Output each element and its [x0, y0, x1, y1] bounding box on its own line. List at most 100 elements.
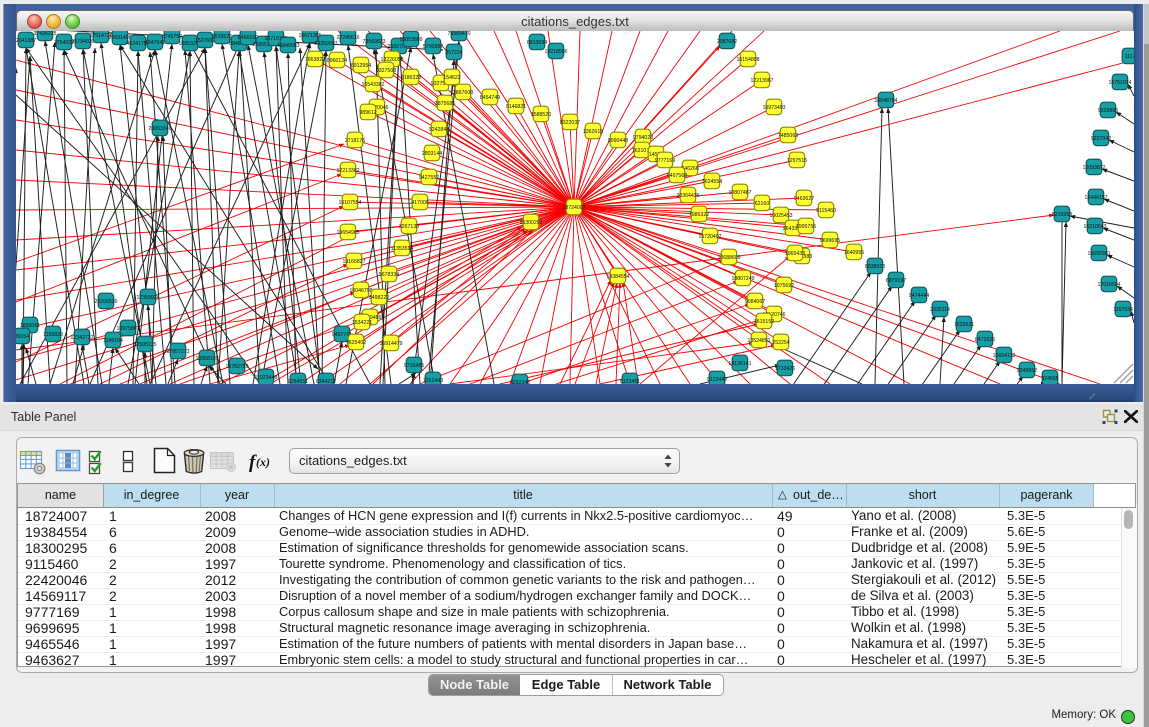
svg-text:16648784: 16648784 [874, 98, 897, 104]
svg-text:1156829: 1156829 [43, 332, 63, 338]
svg-text:8454749: 8454749 [480, 95, 500, 101]
svg-text:9227342: 9227342 [1091, 136, 1111, 142]
svg-text:10654112: 10654112 [993, 353, 1016, 359]
svg-text:16210643: 16210643 [1083, 224, 1106, 230]
svg-text:6497568: 6497568 [667, 173, 687, 179]
svg-text:37426225: 37426225 [33, 31, 56, 37]
svg-text:12505135: 12505135 [133, 342, 156, 348]
svg-text:1640955: 1640955 [844, 250, 864, 256]
svg-text:62160: 62160 [755, 201, 770, 207]
svg-text:2803144: 2803144 [422, 151, 442, 157]
svg-text:1362615: 1362615 [583, 129, 603, 135]
svg-text:75589470: 75589470 [447, 31, 470, 37]
svg-text:9242848: 9242848 [429, 127, 449, 133]
svg-text:3745752: 3745752 [162, 34, 182, 40]
svg-text:8123451: 8123451 [620, 379, 640, 384]
svg-text:9084067: 9084067 [745, 299, 765, 305]
svg-text:12213967: 12213967 [750, 78, 773, 84]
svg-text:16046798: 16046798 [349, 288, 372, 294]
svg-text:7515526: 7515526 [212, 34, 232, 40]
svg-text:1534221: 1534221 [352, 320, 372, 326]
svg-text:9777169: 9777169 [655, 158, 675, 164]
svg-text:16543382: 16543382 [361, 82, 384, 88]
svg-text:20364436: 20364436 [676, 193, 699, 199]
svg-text:16053809: 16053809 [399, 37, 422, 43]
svg-text:15692991: 15692991 [1087, 251, 1110, 257]
svg-text:7632621: 7632621 [954, 322, 974, 328]
svg-text:10975867: 10975867 [116, 326, 139, 332]
svg-text:1117: 1117 [1125, 54, 1134, 60]
svg-text:9245652: 9245652 [1017, 368, 1037, 374]
svg-text:10688609: 10688609 [717, 255, 740, 261]
svg-text:5700987: 5700987 [423, 44, 443, 50]
svg-text:7986322: 7986322 [689, 212, 709, 218]
svg-text:154622: 154622 [443, 75, 460, 81]
svg-text:9794028: 9794028 [633, 135, 653, 141]
svg-text:9327508: 9327508 [376, 68, 396, 74]
svg-text:16107554: 16107554 [338, 200, 361, 206]
svg-text:417006: 417006 [411, 200, 428, 206]
svg-text:1733426: 1733426 [775, 366, 795, 372]
svg-text:11923448: 11923448 [255, 375, 278, 381]
svg-text:10807487: 10807487 [728, 190, 751, 196]
svg-text:7625402: 7625402 [346, 340, 366, 346]
svg-text:357224: 357224 [445, 50, 462, 56]
svg-text:9716485: 9716485 [404, 363, 424, 369]
svg-text:9146821: 9146821 [506, 104, 526, 110]
svg-text:924565: 924565 [1041, 376, 1058, 382]
svg-text:9284551: 9284551 [288, 379, 308, 384]
svg-text:7485063: 7485063 [778, 133, 798, 139]
svg-text:14136141: 14136141 [728, 361, 751, 367]
svg-text:2867608: 2867608 [453, 90, 473, 96]
svg-text:1292345: 1292345 [510, 380, 530, 384]
svg-text:16914479: 16914479 [379, 341, 402, 347]
svg-text:7663822: 7663822 [305, 57, 325, 63]
svg-text:39154: 39154 [16, 334, 29, 340]
svg-text:989612: 989612 [359, 110, 376, 116]
svg-text:16154808: 16154808 [736, 57, 759, 63]
svg-text:19166827: 19166827 [342, 259, 365, 265]
svg-text:27245616: 27245616 [336, 35, 359, 41]
svg-text:20053346: 20053346 [148, 126, 171, 132]
svg-text:17016504: 17016504 [1097, 282, 1120, 288]
svg-text:8186328: 8186328 [401, 75, 421, 81]
svg-text:3267130: 3267130 [399, 224, 419, 230]
svg-text:19654985: 19654985 [336, 230, 359, 236]
svg-text:(x): (x) [256, 455, 270, 469]
svg-text:12342737: 12342737 [70, 335, 93, 341]
svg-text:9123442: 9123442 [707, 377, 727, 383]
svg-text:23359997: 23359997 [314, 41, 337, 47]
svg-text:15751074: 15751074 [1108, 80, 1131, 86]
svg-text:9115460: 9115460 [816, 208, 836, 214]
svg-text:19218506: 19218506 [544, 49, 567, 55]
svg-text:95794020: 95794020 [71, 39, 94, 45]
svg-text:8344212: 8344212 [316, 379, 336, 384]
svg-text:15720407: 15720407 [698, 234, 721, 240]
svg-text:19384554: 19384554 [606, 274, 629, 280]
svg-text:3875685: 3875685 [435, 101, 455, 107]
svg-text:12093872: 12093872 [1082, 165, 1105, 171]
svg-text:18724007: 18724007 [562, 205, 585, 211]
svg-text:1297515: 1297515 [787, 158, 807, 164]
svg-text:17957273: 17957273 [166, 349, 189, 355]
svg-text:2041387: 2041387 [16, 38, 36, 44]
svg-text:10958107: 10958107 [195, 356, 218, 362]
svg-text:17359924: 17359924 [136, 295, 159, 301]
svg-text:6466160: 6466160 [238, 35, 258, 41]
svg-text:9463627: 9463627 [794, 196, 814, 202]
svg-text:6879197: 6879197 [886, 278, 906, 284]
svg-text:16782759: 16782759 [225, 364, 248, 370]
svg-text:2087682: 2087682 [717, 39, 737, 45]
svg-text:8471626: 8471626 [975, 337, 995, 343]
svg-text:8813094: 8813094 [527, 40, 547, 46]
svg-text:2935114: 2935114 [930, 307, 950, 313]
svg-text:12444157: 12444157 [1084, 195, 1107, 201]
svg-text:11353594: 11353594 [391, 246, 414, 252]
svg-text:8215958: 8215958 [1052, 212, 1072, 218]
svg-text:252254: 252254 [772, 340, 789, 346]
svg-text:12213382: 12213382 [336, 168, 359, 174]
svg-text:9474444: 9474444 [909, 293, 929, 299]
svg-text:1145194: 1145194 [103, 338, 123, 344]
svg-text:1995756: 1995756 [796, 224, 816, 230]
svg-text:2718176: 2718176 [345, 138, 365, 144]
